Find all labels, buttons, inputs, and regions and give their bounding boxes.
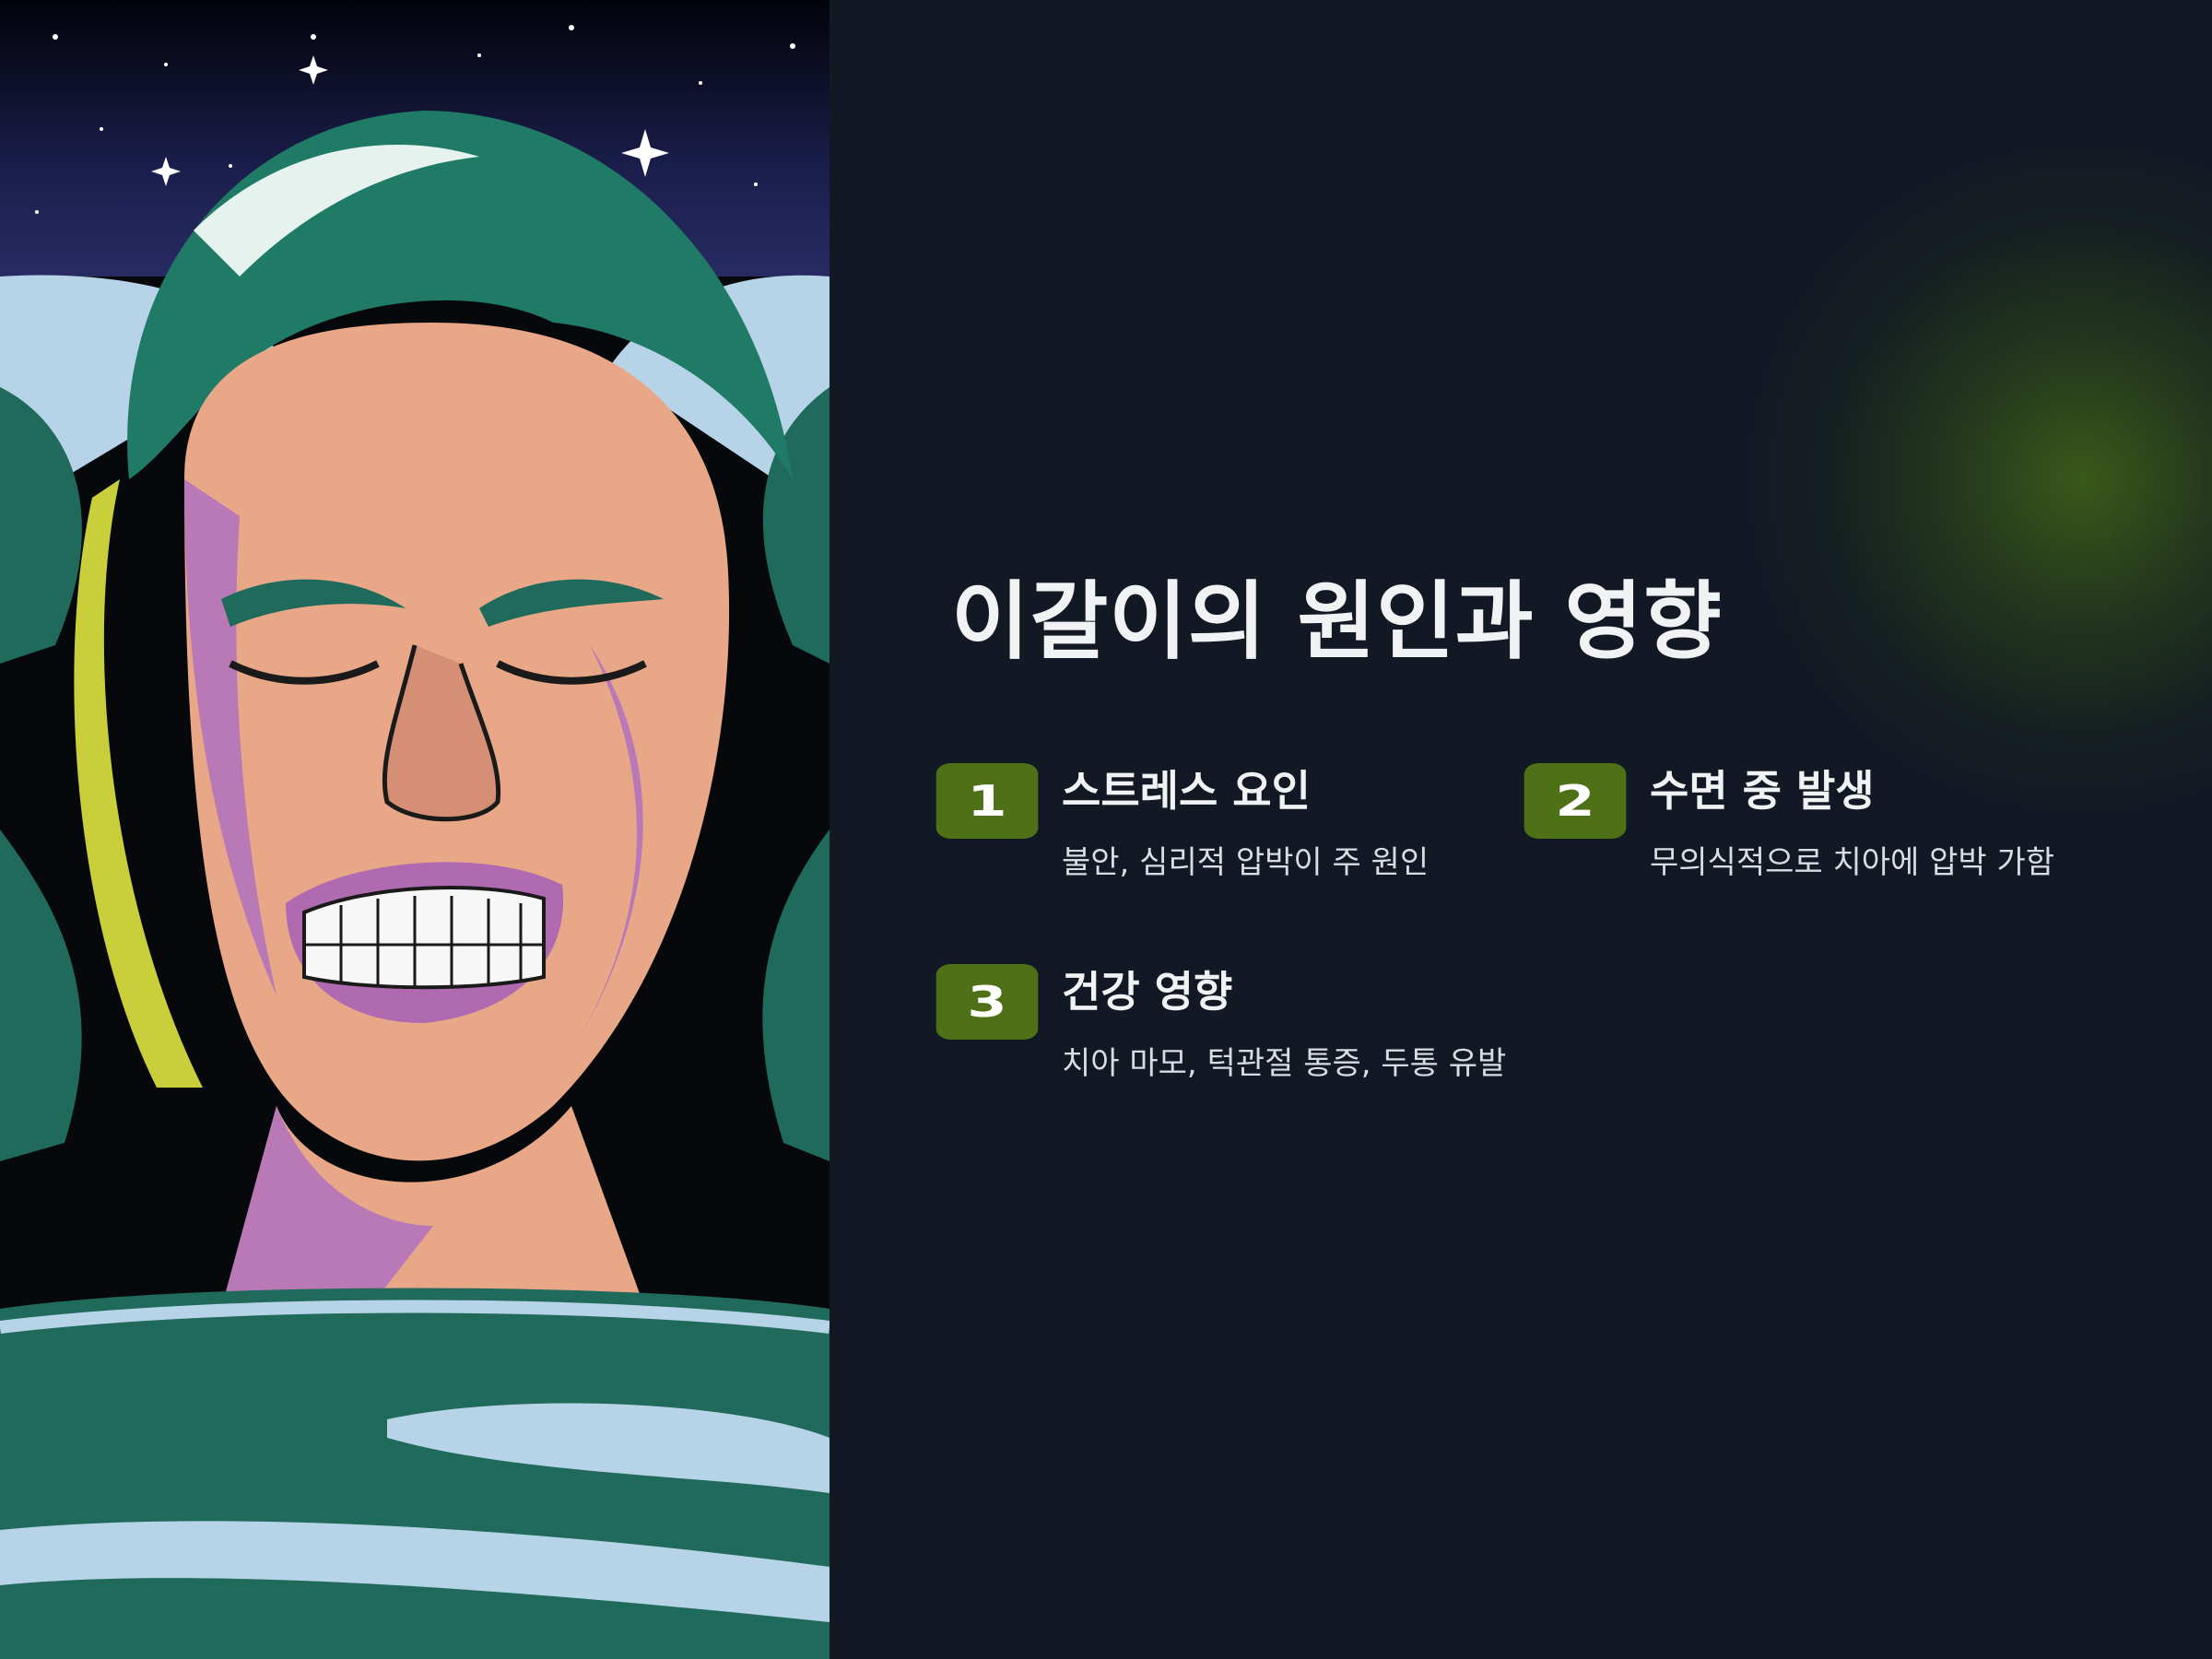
content-panel: 이갈이의 원인과 영향 1 스트레스 요인 불안, 심리적 압박이 주 원인 2… [830,0,2212,1659]
number-badge-1: 1 [935,763,1039,839]
slide-title: 이갈이의 원인과 영향 [951,572,1723,671]
slide: 이갈이의 원인과 영향 1 스트레스 요인 불안, 심리적 압박이 주 원인 2… [0,0,2212,1659]
number-badge-3: 3 [935,964,1039,1040]
number-badge-2: 2 [1524,763,1627,839]
item-description: 치아 마모, 턱관절 통증, 두통 유발 [1062,1045,1507,1082]
item-title: 건강 영향 [1062,967,1233,1017]
item-title: 수면 중 발생 [1650,766,1875,816]
item-description: 불안, 심리적 압박이 주 원인 [1062,844,1430,881]
background-glow [1751,147,2212,811]
item-description: 무의식적으로 치아에 압박 가함 [1650,844,2055,881]
sleeping-man-teeth-grinding-illustration [0,0,830,1659]
item-title: 스트레스 요인 [1062,766,1311,816]
